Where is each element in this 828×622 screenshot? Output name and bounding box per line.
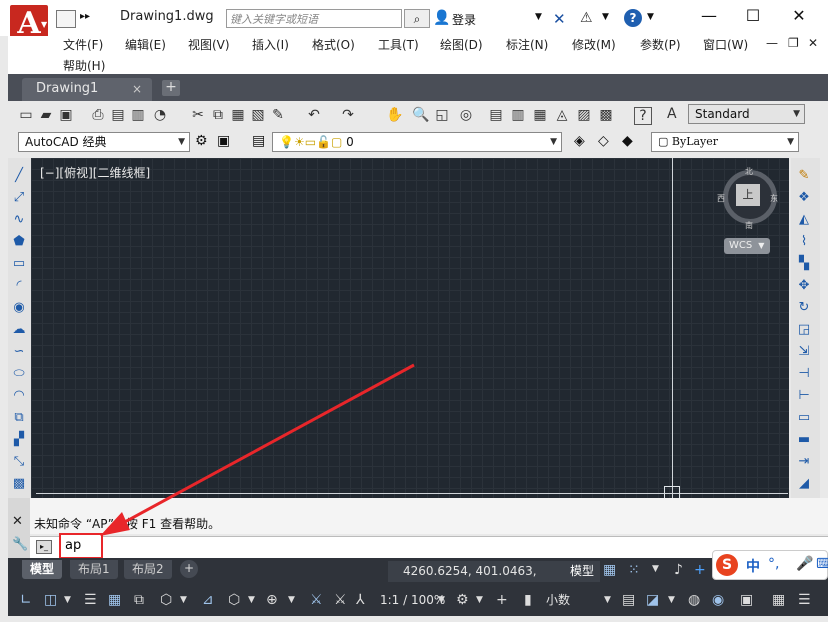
3d-osnap-dropdown-icon[interactable]: ▼ (180, 592, 187, 608)
annotation-arrow (100, 363, 415, 536)
units-dropdown-icon[interactable]: ▼ (604, 592, 611, 608)
filter-dropdown-icon[interactable]: ▼ (248, 592, 255, 608)
selection-cycling-icon[interactable]: ⧉ (134, 592, 144, 608)
3d-osnap-icon[interactable]: ⬡ (160, 592, 172, 608)
status-menu-icon[interactable]: ☰ (798, 592, 811, 608)
grid-display-icon[interactable]: ▦ (603, 562, 616, 578)
units-icon[interactable]: ▮ (524, 592, 532, 608)
lineweight-icon[interactable]: ☰ (84, 592, 97, 608)
workspace-switching-gear-icon[interactable]: ⚙ (456, 592, 469, 608)
annotation-scale-icon[interactable]: ⅄ (356, 592, 365, 608)
dynamic-input-icon[interactable]: + (694, 562, 706, 578)
tab-layout2[interactable]: 布局2 (124, 560, 172, 579)
annotation-monitor-icon[interactable]: + (496, 592, 508, 608)
scale-dropdown-icon[interactable]: ▼ (438, 592, 445, 608)
workspace-dropdown-status-icon[interactable]: ▼ (476, 592, 483, 608)
polar-dropdown-icon[interactable]: ▼ (64, 592, 71, 608)
gizmo-icon[interactable]: ⊕ (266, 592, 278, 608)
ime-keyboard-icon[interactable]: ⌨ (816, 556, 828, 572)
selection-filter-icon[interactable]: ⬡ (228, 592, 240, 608)
quick-properties-icon[interactable]: ▤ (622, 592, 635, 608)
polar-tracking-icon[interactable]: ◫ (44, 592, 57, 608)
annotation-scale-value[interactable]: 1:1 / 100% (380, 592, 445, 608)
ime-language-toggle[interactable]: 中 (746, 556, 760, 576)
transparency-icon[interactable]: ▦ (108, 592, 121, 608)
model-space-button[interactable]: 模型 (570, 561, 600, 582)
sogou-ime-logo-icon[interactable]: S (716, 554, 738, 576)
ime-voice-mic-icon[interactable]: 🎤 (796, 556, 813, 572)
snap-dropdown-icon[interactable]: ▼ (652, 564, 659, 574)
tab-layout1[interactable]: 布局1 (70, 560, 118, 579)
units-value[interactable]: 小数 (546, 592, 570, 608)
add-layout-button[interactable]: + (180, 560, 198, 578)
clean-screen-icon[interactable]: ▣ (740, 592, 753, 608)
snap-mode-icon[interactable]: ⁙ (628, 562, 640, 578)
ortho-mode-icon[interactable]: ∟ (20, 592, 32, 608)
hardware-acceleration-icon[interactable]: ◉ (712, 592, 724, 608)
customization-icon[interactable]: ▦ (772, 592, 785, 608)
dynamic-ucs-icon[interactable]: ⊿ (202, 592, 214, 608)
lock-ui-icon[interactable]: ◪ (646, 592, 659, 608)
isolate-objects-icon[interactable]: ◍ (688, 592, 700, 608)
lock-dropdown-icon[interactable]: ▼ (668, 592, 675, 608)
infer-constraints-icon[interactable]: ♪ (674, 562, 683, 578)
tab-model[interactable]: 模型 (22, 560, 63, 579)
gizmo-dropdown-icon[interactable]: ▼ (288, 592, 295, 608)
annotation-visibility-icon[interactable]: ⚔ (310, 592, 323, 608)
ime-punctuation-toggle[interactable]: °, (768, 556, 779, 572)
coordinate-readout[interactable]: 4260.6254, 401.0463, 0.0000 (388, 561, 570, 599)
auto-scale-icon[interactable]: ⚔ (334, 592, 347, 608)
